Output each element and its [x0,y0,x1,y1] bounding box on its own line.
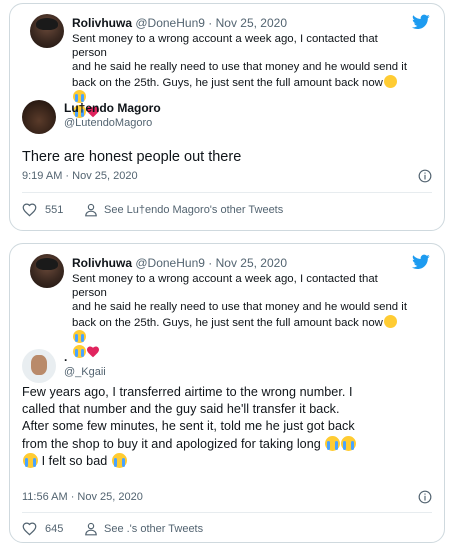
like-count[interactable]: 551 [45,204,63,216]
quoted-tweet-header: Rolivhuwa @DoneHun9 · Nov 25, 2020 [72,16,287,30]
divider [22,192,432,193]
avatar[interactable] [30,254,64,288]
text-line-content: I felt so bad [41,453,108,468]
red-heart-emoji-icon [87,346,99,358]
quoted-author-name[interactable]: Rolivhuwa [72,256,132,270]
twitter-bird-icon[interactable] [412,14,430,30]
see-other-tweets-link[interactable]: See .'s other Tweets [104,523,203,535]
tweet-card[interactable]: Rolivhuwa @DoneHun9 · Nov 25, 2020 Sent … [9,3,445,231]
crying-emoji-icon [111,452,127,468]
text-line: Sent money to a wrong account a week ago… [72,33,378,60]
tweet-card[interactable]: Rolivhuwa @DoneHun9 · Nov 25, 2020 Sent … [9,243,445,543]
avatar[interactable] [22,100,56,134]
text-line: from the shop to buy it and apologized f… [22,435,442,453]
separator: · [208,16,213,30]
info-icon[interactable] [418,169,432,183]
like-count[interactable]: 645 [45,523,63,535]
text-line: and he said he really need to use that m… [72,301,407,314]
divider [22,512,432,513]
tweet-timestamp[interactable]: 11:56 AM · Nov 25, 2020 [22,491,143,503]
text-line-content: from the shop to buy it and apologized f… [22,436,321,451]
tweet-text: There are honest people out there [22,149,241,165]
crying-emoji-icon [73,329,86,343]
heart-outline-icon[interactable] [22,203,37,217]
quoted-author-handle[interactable]: @DoneHun9 [135,16,205,30]
info-icon[interactable] [418,490,432,504]
text-line: After some few minutes, he sent it, told… [22,419,355,434]
heart-outline-icon[interactable] [22,522,37,536]
author-handle[interactable]: @LutendoMagoro [64,117,152,129]
text-line: back on the 25th. Guys, he just sent the… [72,314,408,345]
crying-emoji-icon [73,345,86,359]
avatar[interactable] [22,349,56,383]
author-name[interactable]: Lu†endo Magoro [64,101,161,115]
text-line: There are honest people out there [22,149,242,165]
see-other-tweets-link[interactable]: See Lu†endo Magoro's other Tweets [104,204,283,216]
smile-emoji-icon [383,74,397,88]
crying-emoji-icon [23,452,38,468]
tweet-meta: 11:56 AM · Nov 25, 2020 [22,490,432,504]
text-line-content: back on the 25th. Guys, he just sent the… [72,316,383,329]
text-line: Sent money to a wrong account a week ago… [72,273,378,300]
separator: · [208,256,213,270]
quoted-author-name[interactable]: Rolivhuwa [72,16,132,30]
crying-emoji-icon [341,435,357,451]
smile-emoji-icon [383,314,397,328]
tweet-text: Few years ago, I transferred airtime to … [22,384,442,470]
user-icon[interactable] [84,522,98,536]
quoted-date[interactable]: Nov 25, 2020 [216,16,287,30]
author-name[interactable]: . [64,350,67,364]
crying-emoji-icon [325,435,341,451]
text-line: Few years ago, I transferred airtime to … [22,385,353,399]
text-line: called that number and the guy said he'l… [22,402,340,417]
quoted-author-handle[interactable]: @DoneHun9 [135,256,205,270]
avatar[interactable] [30,14,64,48]
tweet-timestamp[interactable]: 9:19 AM · Nov 25, 2020 [22,170,138,182]
text-line [72,345,408,360]
user-icon[interactable] [84,203,98,217]
author-handle[interactable]: @_Kgaii [64,366,106,378]
text-line: and he said he really need to use that m… [72,61,407,74]
tweet-meta: 9:19 AM · Nov 25, 2020 [22,169,432,183]
text-line-content: back on the 25th. Guys, he just sent the… [72,76,383,89]
text-line: I felt so bad [22,452,442,470]
twitter-bird-icon[interactable] [412,254,430,270]
quoted-tweet-header: Rolivhuwa @DoneHun9 · Nov 25, 2020 [72,256,287,270]
quoted-tweet-text: Sent money to a wrong account a week ago… [72,272,408,360]
quoted-date[interactable]: Nov 25, 2020 [216,256,287,270]
